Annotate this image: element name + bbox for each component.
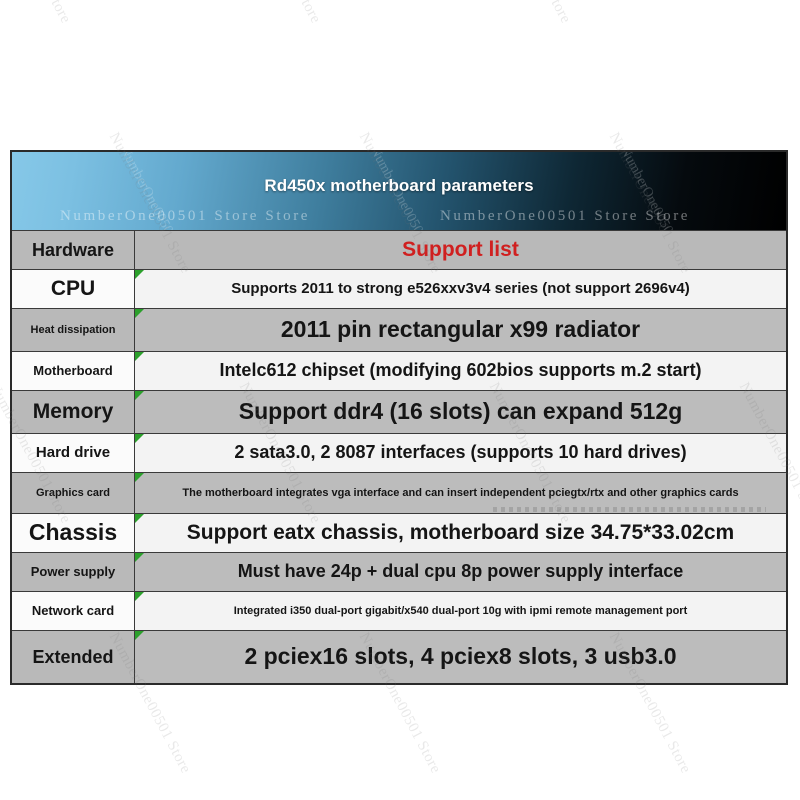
row-label-motherboard: Motherboard bbox=[12, 352, 135, 390]
row-label-cpu: CPU bbox=[12, 270, 135, 308]
table-row-memory: Memory Support ddr4 (16 slots) can expan… bbox=[12, 390, 786, 433]
row-label-graphics-card: Graphics card bbox=[12, 473, 135, 513]
banner-title: Rd450x motherboard parameters bbox=[264, 176, 534, 195]
table-row-graphics-card: Graphics card The motherboard integrates… bbox=[12, 472, 786, 513]
row-value-chassis: Support eatx chassis, motherboard size 3… bbox=[135, 514, 786, 552]
table-row-power-supply: Power supply Must have 24p + dual cpu 8p… bbox=[12, 552, 786, 591]
watermark-text: NumberOne00501 Store bbox=[735, 0, 800, 27]
table-row-extended: Extended 2 pciex16 slots, 4 pciex8 slots… bbox=[12, 630, 786, 683]
support-list-title: Support list bbox=[402, 237, 519, 261]
comment-indicator-icon bbox=[135, 514, 144, 523]
comment-indicator-icon bbox=[135, 553, 144, 562]
table-row-network-card: Network card Integrated i350 dual-port g… bbox=[12, 591, 786, 630]
table-row-motherboard: Motherboard Intelc612 chipset (modifying… bbox=[12, 351, 786, 390]
table-row-cpu: CPU Supports 2011 to strong e526xxv3v4 s… bbox=[12, 269, 786, 308]
comment-indicator-icon bbox=[135, 434, 144, 443]
scan-artifact bbox=[493, 507, 767, 512]
row-label-extended: Extended bbox=[12, 631, 135, 683]
row-label-memory: Memory bbox=[12, 391, 135, 433]
comment-indicator-icon bbox=[135, 352, 144, 361]
comment-indicator-icon bbox=[135, 391, 144, 400]
row-label-network-card: Network card bbox=[12, 592, 135, 630]
row-value-cpu: Supports 2011 to strong e526xxv3v4 serie… bbox=[135, 270, 786, 308]
row-label-heat-dissipation: Heat dissipation bbox=[12, 309, 135, 351]
table-row-chassis: Chassis Support eatx chassis, motherboar… bbox=[12, 513, 786, 552]
comment-indicator-icon bbox=[135, 473, 144, 482]
watermark-text: NumberOne00501 Store bbox=[235, 0, 324, 27]
watermark-text: NumberOne00501 Store bbox=[485, 0, 574, 27]
table-row-heat-dissipation: Heat dissipation 2011 pin rectangular x9… bbox=[12, 308, 786, 351]
comment-indicator-icon bbox=[135, 631, 144, 640]
row-value-power-supply: Must have 24p + dual cpu 8p power supply… bbox=[135, 553, 786, 591]
column-header-hardware: Hardware bbox=[12, 231, 135, 269]
table-row-hard-drive: Hard drive 2 sata3.0, 2 8087 interfaces … bbox=[12, 433, 786, 472]
row-label-hard-drive: Hard drive bbox=[12, 434, 135, 472]
row-value-hard-drive: 2 sata3.0, 2 8087 interfaces (supports 1… bbox=[135, 434, 786, 472]
banner-header: NumberOne00501 Store NumberOne00501 Stor… bbox=[12, 152, 786, 230]
row-label-power-supply: Power supply bbox=[12, 553, 135, 591]
banner-watermark-right: NumberOne00501 Store Store bbox=[440, 208, 691, 224]
spec-table: NumberOne00501 Store NumberOne00501 Stor… bbox=[10, 150, 788, 685]
row-value-network-card: Integrated i350 dual-port gigabit/x540 d… bbox=[135, 592, 786, 630]
comment-indicator-icon bbox=[135, 309, 144, 318]
watermark-text: NumberOne00501 Store bbox=[0, 0, 74, 27]
comment-indicator-icon bbox=[135, 270, 144, 279]
column-header-support-list: Support list bbox=[135, 231, 786, 269]
row-value-graphics-card: The motherboard integrates vga interface… bbox=[135, 473, 786, 513]
comment-indicator-icon bbox=[135, 592, 144, 601]
table-header-row: Hardware Support list bbox=[12, 230, 786, 269]
banner-watermark-left: NumberOne00501 Store Store bbox=[60, 208, 311, 224]
row-value-extended: 2 pciex16 slots, 4 pciex8 slots, 3 usb3.… bbox=[135, 631, 786, 683]
row-value-motherboard: Intelc612 chipset (modifying 602bios sup… bbox=[135, 352, 786, 390]
row-label-chassis: Chassis bbox=[12, 514, 135, 552]
row-value-heat-dissipation: 2011 pin rectangular x99 radiator bbox=[135, 309, 786, 351]
row-value-memory: Support ddr4 (16 slots) can expand 512g bbox=[135, 391, 786, 433]
